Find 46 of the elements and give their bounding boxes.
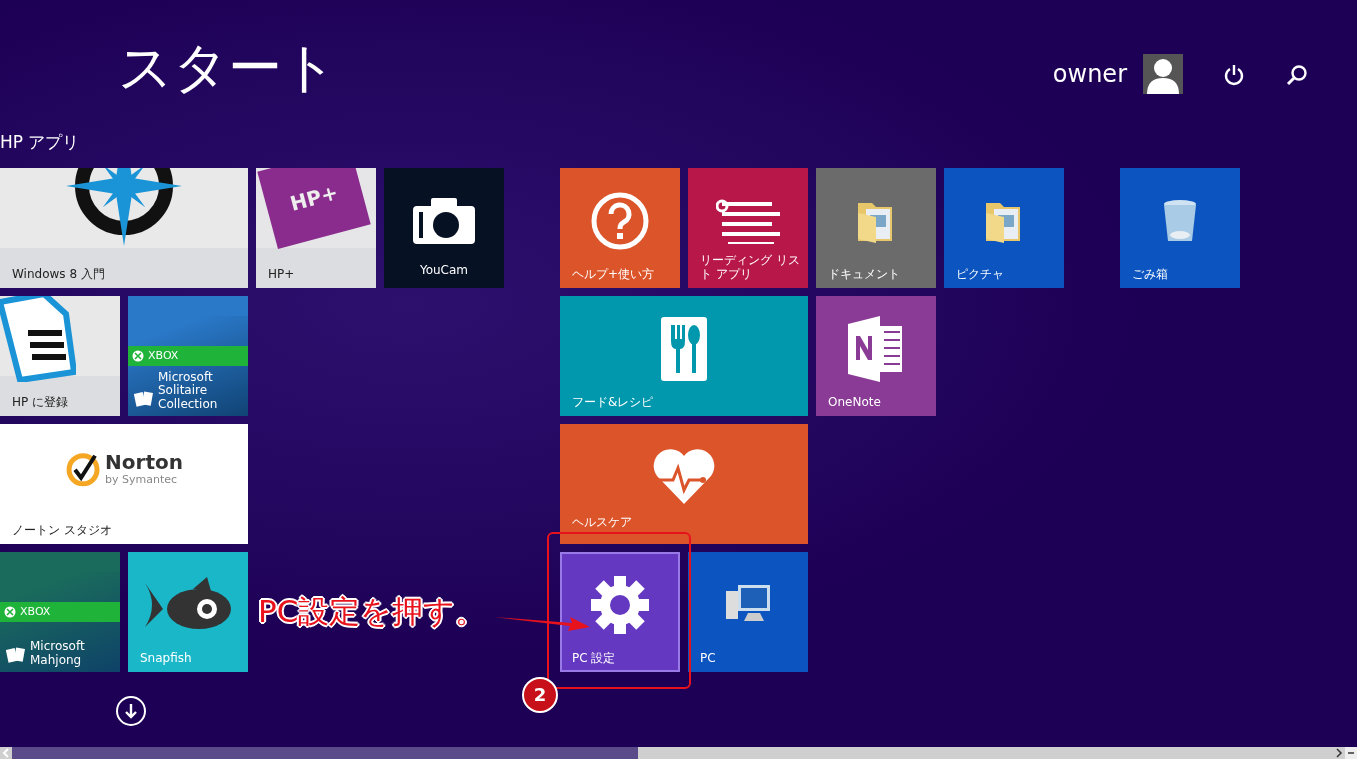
app-tile[interactable]: リーディング リスト アプリ <box>688 168 808 288</box>
banner-text: XBOX <box>148 347 179 364</box>
logo-text: HP+ <box>286 179 342 218</box>
app-tile[interactable]: YouCam <box>384 168 504 288</box>
check-badge-icon <box>65 451 102 488</box>
question-mark-icon <box>590 190 650 251</box>
cards-icon <box>6 646 26 664</box>
cards-icon <box>134 390 154 408</box>
user-name: owner <box>1052 59 1127 90</box>
heart-pulse-icon <box>651 447 717 506</box>
user-avatar[interactable] <box>1143 54 1183 94</box>
down-arrow-icon <box>124 703 138 719</box>
app-tile[interactable]: フード&レシピ <box>560 296 808 416</box>
app-tile[interactable]: Windows 8 入門 <box>0 168 248 288</box>
camera-icon <box>413 197 475 244</box>
xbox-icon <box>4 606 16 618</box>
logo-byline: by Symantec <box>105 471 179 488</box>
app-tile[interactable]: ヘルプ+使い方 <box>560 168 680 288</box>
app-tile[interactable]: PC 設定 <box>560 552 680 672</box>
app-tile[interactable]: HP に登録 <box>0 296 120 416</box>
fork-and-spoon-icon <box>661 316 707 381</box>
group-heading: HP アプリ <box>0 131 81 154</box>
app-tile[interactable]: OneNote <box>816 296 936 416</box>
logo-text: Norton <box>105 451 183 472</box>
scroll-down-button[interactable] <box>116 696 146 726</box>
step-badge: 2 <box>522 677 558 713</box>
scrollbar[interactable] <box>0 747 1357 759</box>
app-tile[interactable]: PC <box>688 552 808 672</box>
text-lines-icon <box>716 197 780 244</box>
app-tile[interactable]: Norton by Symantec ノートン スタジオ <box>0 424 248 544</box>
app-tile[interactable]: ピクチャ <box>944 168 1064 288</box>
search-icon <box>1286 63 1308 86</box>
app-tile[interactable]: XBOX Microsoft Mahjong <box>0 552 120 672</box>
power-icon <box>1224 63 1244 86</box>
xbox-icon <box>132 350 144 362</box>
app-tile[interactable]: HP+ HP+ <box>256 168 376 288</box>
start-title: スタート <box>118 38 337 98</box>
banner-text: XBOX <box>20 603 51 620</box>
trash-bin-icon <box>1163 198 1197 243</box>
app-tile[interactable]: XBOX Microsoft Solitaire Collection <box>128 296 248 416</box>
app-tile[interactable]: ごみ箱 <box>1120 168 1240 288</box>
annotation-text: PC設定を押す。 <box>258 592 487 631</box>
settings-icon <box>591 575 649 634</box>
document-icon <box>0 296 76 382</box>
app-tile[interactable]: ドキュメント <box>816 168 936 288</box>
app-tile[interactable]: ヘルスケア <box>560 424 808 544</box>
